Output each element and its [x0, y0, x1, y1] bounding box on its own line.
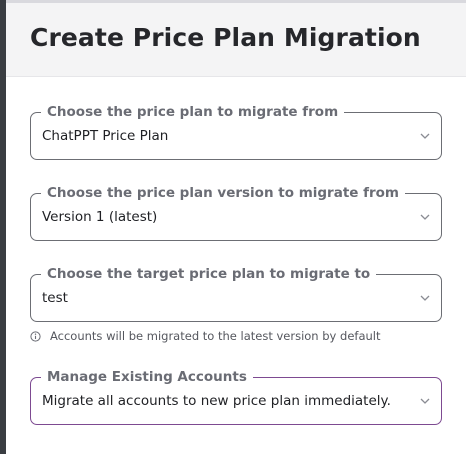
source-price-plan-select[interactable]: Choose the price plan to migrate from Ch…: [30, 103, 442, 160]
migration-hint: Accounts will be migrated to the latest …: [30, 329, 380, 343]
migration-hint-text: Accounts will be migrated to the latest …: [50, 329, 381, 343]
source-price-plan-value: ChatPPT Price Plan: [42, 128, 169, 144]
source-price-plan-label: Choose the price plan to migrate from: [41, 103, 345, 121]
source-version-label: Choose the price plan version to migrate…: [41, 184, 405, 202]
info-icon: [30, 330, 41, 342]
chevron-down-icon: [420, 214, 430, 220]
chevron-down-icon: [420, 295, 430, 301]
migration-panel: Create Price Plan Migration Choose the p…: [6, 0, 466, 454]
page-title: Create Price Plan Migration: [30, 23, 421, 52]
panel-header: Create Price Plan Migration: [6, 3, 466, 77]
manage-accounts-label: Manage Existing Accounts: [41, 368, 253, 386]
chevron-down-icon: [420, 133, 430, 139]
chevron-down-icon: [420, 398, 430, 404]
manage-accounts-value: Migrate all accounts to new price plan i…: [42, 393, 391, 409]
target-price-plan-label: Choose the target price plan to migrate …: [41, 265, 377, 283]
source-version-value: Version 1 (latest): [42, 209, 158, 225]
manage-accounts-select[interactable]: Manage Existing Accounts Migrate all acc…: [30, 368, 442, 425]
target-price-plan-select[interactable]: Choose the target price plan to migrate …: [30, 265, 442, 322]
source-version-select[interactable]: Choose the price plan version to migrate…: [30, 184, 442, 241]
target-price-plan-value: test: [42, 290, 68, 306]
